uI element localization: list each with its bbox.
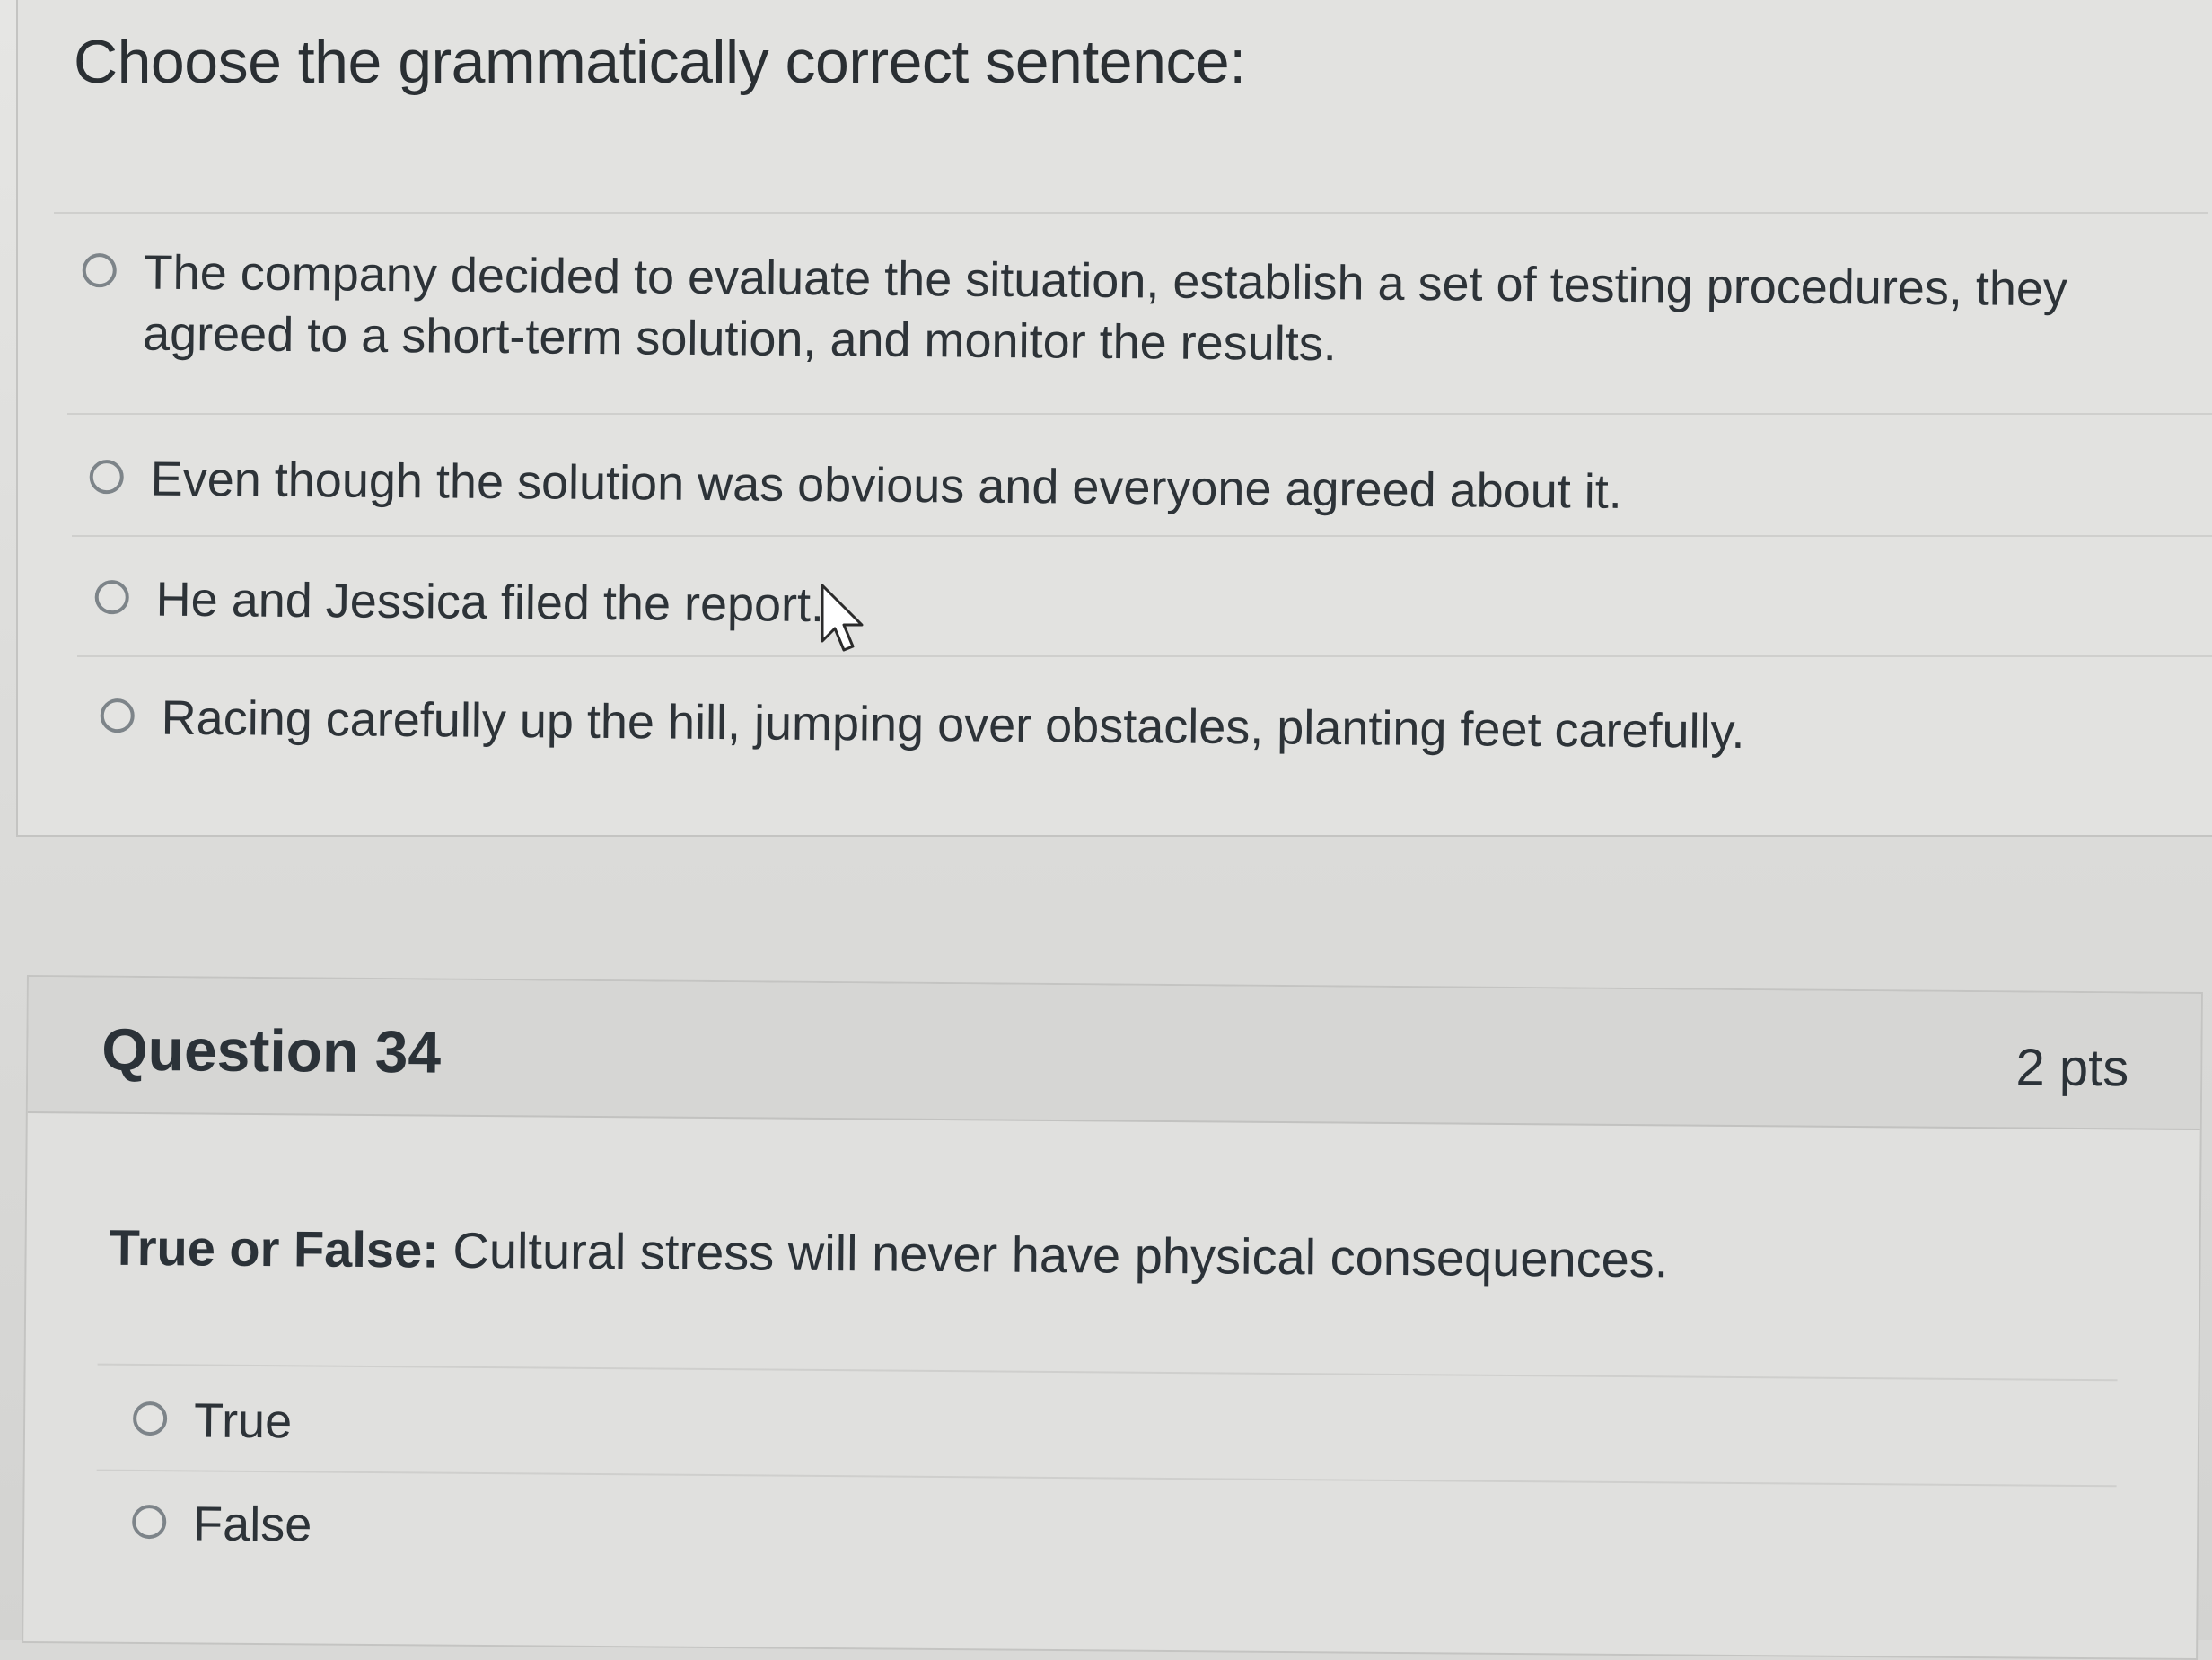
answer-label: He and Jessica filed the report. bbox=[155, 572, 825, 633]
divider bbox=[96, 1469, 2117, 1488]
screen: Choose the grammatically correct sentenc… bbox=[0, 0, 2212, 1660]
answer-label: The company decided to evaluate the situ… bbox=[142, 245, 2068, 371]
answer-option-1[interactable]: The company decided to evaluate the situ… bbox=[82, 242, 2165, 382]
divider bbox=[97, 1363, 2118, 1382]
question-prompt-text: Cultural stress will never have physical… bbox=[438, 1221, 1669, 1288]
radio-button-icon[interactable] bbox=[89, 459, 124, 495]
radio-button-icon[interactable] bbox=[82, 252, 117, 288]
mouse-pointer-cursor-icon bbox=[821, 584, 864, 652]
question-prompt: True or False: Cultural stress will neve… bbox=[109, 1218, 1668, 1289]
answer-label: True bbox=[193, 1393, 293, 1449]
answer-option-false[interactable]: False bbox=[132, 1494, 312, 1556]
question-34-card: Question 34 2 pts True or False: Cultura… bbox=[22, 975, 2203, 1660]
question-prompt-prefix: True or False: bbox=[109, 1218, 440, 1278]
question-header: Question 34 2 pts bbox=[27, 977, 2201, 1131]
answer-option-true[interactable]: True bbox=[132, 1391, 293, 1453]
divider bbox=[54, 212, 2208, 214]
question-points: 2 pts bbox=[2015, 1038, 2129, 1098]
answer-label: False bbox=[192, 1497, 312, 1552]
divider bbox=[72, 535, 2212, 537]
question-prompt: Choose the grammatically correct sentenc… bbox=[74, 28, 1246, 96]
radio-button-icon[interactable] bbox=[132, 1401, 168, 1436]
divider bbox=[67, 413, 2212, 415]
radio-button-icon[interactable] bbox=[132, 1504, 167, 1540]
question-title: Question 34 bbox=[101, 1015, 442, 1085]
radio-button-icon[interactable] bbox=[100, 698, 135, 733]
divider bbox=[77, 655, 2212, 657]
radio-button-icon[interactable] bbox=[94, 579, 129, 615]
answer-label: Even though the solution was obvious and… bbox=[150, 452, 1623, 519]
